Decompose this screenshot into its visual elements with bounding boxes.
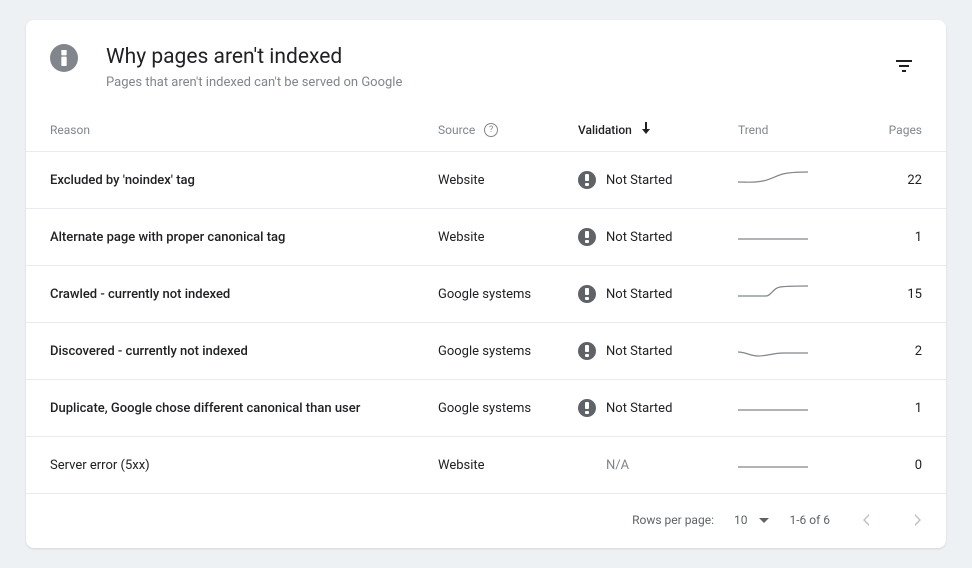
cell-pages: 2 xyxy=(826,323,946,380)
filter-button[interactable] xyxy=(886,48,922,84)
table-row[interactable]: Duplicate, Google chose different canoni… xyxy=(26,380,946,437)
cell-trend xyxy=(726,323,826,380)
issues-table: Reason Source ? Validation Trend Pages E… xyxy=(26,108,946,493)
col-validation[interactable]: Validation xyxy=(566,108,726,152)
validation-label: Not Started xyxy=(606,230,672,245)
chevron-right-icon xyxy=(914,514,922,526)
exclamation-icon xyxy=(578,342,596,360)
cell-trend xyxy=(726,266,826,323)
cell-validation: N/A xyxy=(566,437,726,494)
cell-reason: Alternate page with proper canonical tag xyxy=(26,209,426,266)
cell-trend xyxy=(726,209,826,266)
sparkline xyxy=(738,225,808,245)
help-icon[interactable]: ? xyxy=(484,123,498,137)
cell-validation: Not Started xyxy=(566,380,726,437)
sort-down-icon xyxy=(641,123,651,137)
sparkline xyxy=(738,453,808,473)
cell-trend xyxy=(726,437,826,494)
cell-source: Google systems xyxy=(426,266,566,323)
sparkline xyxy=(738,168,808,188)
sparkline xyxy=(738,339,808,359)
sparkline xyxy=(738,282,808,302)
table-row[interactable]: Server error (5xx)Website N/A 0 xyxy=(26,437,946,494)
table-row[interactable]: Discovered - currently not indexedGoogle… xyxy=(26,323,946,380)
cell-pages: 15 xyxy=(826,266,946,323)
exclamation-icon xyxy=(578,228,596,246)
cell-source: Google systems xyxy=(426,323,566,380)
card-subtitle: Pages that aren't indexed can't be serve… xyxy=(106,74,886,92)
cell-source: Google systems xyxy=(426,380,566,437)
indexing-issues-card: Why pages aren't indexed Pages that aren… xyxy=(26,20,946,548)
table-row[interactable]: Excluded by 'noindex' tagWebsite Not Star… xyxy=(26,152,946,209)
cell-reason: Duplicate, Google chose different canoni… xyxy=(26,380,426,437)
cell-trend xyxy=(726,380,826,437)
next-page-button[interactable] xyxy=(902,504,934,536)
validation-label: Not Started xyxy=(606,287,672,302)
cell-source: Website xyxy=(426,152,566,209)
cell-validation: Not Started xyxy=(566,323,726,380)
card-header: Why pages aren't indexed Pages that aren… xyxy=(26,20,946,108)
rows-per-page-label: Rows per page: xyxy=(632,513,714,527)
col-trend: Trend xyxy=(726,108,826,152)
col-source[interactable]: Source ? xyxy=(426,108,566,152)
cell-reason: Crawled - currently not indexed xyxy=(26,266,426,323)
sparkline xyxy=(738,396,808,416)
table-row[interactable]: Crawled - currently not indexedGoogle sy… xyxy=(26,266,946,323)
cell-reason: Excluded by 'noindex' tag xyxy=(26,152,426,209)
cell-source: Website xyxy=(426,209,566,266)
table-footer: Rows per page: 10 1-6 of 6 xyxy=(26,493,946,540)
chevron-left-icon xyxy=(862,514,870,526)
cell-validation: Not Started xyxy=(566,209,726,266)
cell-source: Website xyxy=(426,437,566,494)
cell-reason: Server error (5xx) xyxy=(26,437,426,494)
validation-label: Not Started xyxy=(606,173,672,188)
table-row[interactable]: Alternate page with proper canonical tag… xyxy=(26,209,946,266)
cell-pages: 0 xyxy=(826,437,946,494)
exclamation-icon xyxy=(578,285,596,303)
cell-validation: Not Started xyxy=(566,152,726,209)
rows-per-page-select[interactable]: 10 xyxy=(734,513,770,527)
cell-pages: 22 xyxy=(826,152,946,209)
validation-label: Not Started xyxy=(606,401,672,416)
card-title: Why pages aren't indexed xyxy=(106,44,886,70)
exclamation-icon xyxy=(578,399,596,417)
col-pages[interactable]: Pages xyxy=(826,108,946,152)
caret-down-icon xyxy=(759,518,769,523)
cell-pages: 1 xyxy=(826,209,946,266)
col-reason[interactable]: Reason xyxy=(26,108,426,152)
filter-icon xyxy=(895,57,913,75)
info-icon xyxy=(50,44,78,72)
cell-pages: 1 xyxy=(826,380,946,437)
cell-trend xyxy=(726,152,826,209)
exclamation-icon xyxy=(578,171,596,189)
validation-label: N/A xyxy=(578,458,629,473)
prev-page-button[interactable] xyxy=(850,504,882,536)
validation-label: Not Started xyxy=(606,344,672,359)
cell-reason: Discovered - currently not indexed xyxy=(26,323,426,380)
pagination-range: 1-6 of 6 xyxy=(789,513,830,527)
cell-validation: Not Started xyxy=(566,266,726,323)
